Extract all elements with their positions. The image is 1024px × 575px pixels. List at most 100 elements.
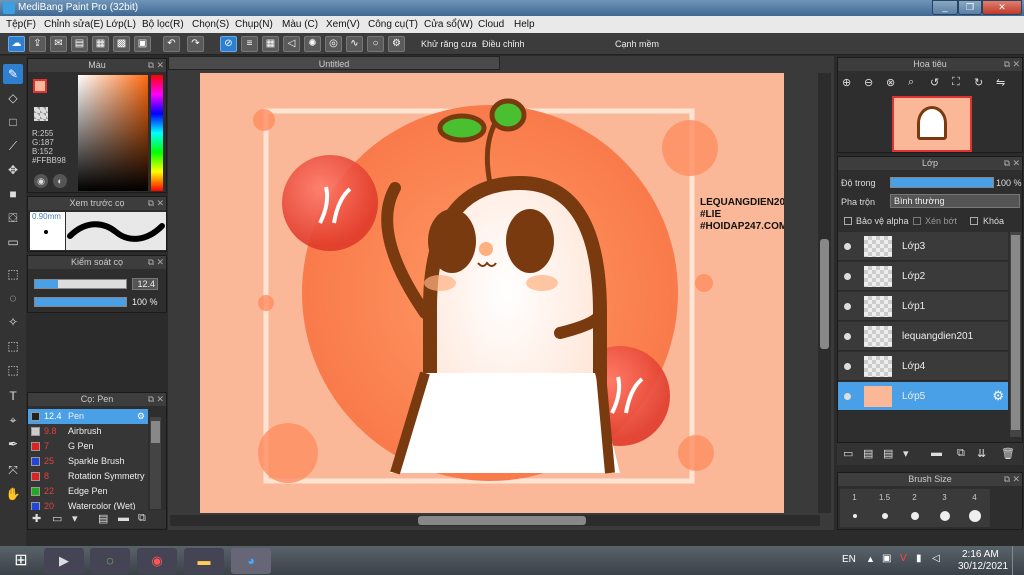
menu-view[interactable]: Xem(V) xyxy=(326,16,360,33)
select-eraser-icon[interactable]: ⬚ xyxy=(3,360,23,380)
brush-list-scrollbar[interactable] xyxy=(150,417,161,509)
snap-off-icon[interactable]: ⊘ xyxy=(220,36,237,52)
brush-item[interactable]: 12.4 Pen ⚙ xyxy=(28,409,148,424)
start-button[interactable]: ⊞ xyxy=(2,548,40,574)
explorer-icon[interactable]: ▬ xyxy=(184,548,224,574)
pen-tool-icon[interactable]: ✎ xyxy=(3,64,23,84)
fit-icon[interactable]: ⛶ xyxy=(952,76,960,89)
brush-settings-icon[interactable]: ▤ xyxy=(98,512,108,525)
saturation-picker[interactable] xyxy=(78,75,148,191)
brush-size-cell[interactable]: 2 xyxy=(900,490,929,528)
document-tab[interactable]: Untitled xyxy=(168,56,500,70)
popout-icon[interactable]: ⧉ xyxy=(148,256,154,269)
layer-row[interactable]: Lớp2 xyxy=(838,262,1008,291)
gradient-tool-icon[interactable]: ▭ xyxy=(3,232,23,252)
color-wheel-icon[interactable]: ◐ xyxy=(53,174,67,188)
menu-color[interactable]: Màu (C) xyxy=(282,16,318,33)
zoom-in-icon[interactable]: ⊕ xyxy=(842,76,851,89)
undo-icon[interactable]: ↶ xyxy=(163,36,180,52)
brush-folder-icon[interactable]: ▬ xyxy=(118,512,129,524)
circle-snap-icon[interactable]: ◎ xyxy=(325,36,342,52)
language-indicator[interactable]: EN xyxy=(842,554,856,565)
vanish-snap-icon[interactable]: ◁ xyxy=(283,36,300,52)
protect-alpha-checkbox[interactable] xyxy=(844,217,852,225)
close-panel-icon[interactable]: ✕ xyxy=(156,197,164,210)
snap-icon[interactable]: ▣ xyxy=(134,36,151,52)
chrome-icon[interactable]: ◉ xyxy=(137,548,177,574)
select-tool-icon[interactable]: ⬚ xyxy=(3,264,23,284)
close-panel-icon[interactable]: ✕ xyxy=(156,256,164,269)
layer-visibility-icon[interactable] xyxy=(844,303,851,310)
close-panel-icon[interactable]: ✕ xyxy=(156,393,164,406)
radial-snap-icon[interactable]: ✺ xyxy=(304,36,321,52)
artwork-canvas[interactable]: LEQUANGDIEN201 #LIE #HOIDAP247.COM xyxy=(200,73,784,513)
blend-select[interactable]: Bình thường xyxy=(890,194,1020,208)
clock-date[interactable]: 30/12/2021 xyxy=(958,561,1008,572)
menu-layer[interactable]: Lớp(L) xyxy=(106,16,136,33)
layer-visibility-icon[interactable] xyxy=(844,333,851,340)
popout-icon[interactable]: ⧉ xyxy=(148,59,154,72)
menu-window[interactable]: Cửa sổ(W) xyxy=(424,16,473,33)
layer-visibility-icon[interactable] xyxy=(844,363,851,370)
transparent-swatch[interactable] xyxy=(34,107,48,121)
brush-item[interactable]: 8 Rotation Symmetry xyxy=(28,469,148,484)
magic-wand-icon[interactable]: ✧ xyxy=(3,312,23,332)
bucket-tool-icon[interactable]: ⛋ xyxy=(3,208,23,228)
menu-select[interactable]: Chọn(S) xyxy=(192,16,229,33)
folder-icon[interactable]: ▬ xyxy=(931,447,942,459)
new-8bit-layer-icon[interactable]: ▤ xyxy=(883,447,893,460)
lasso-tool-icon[interactable]: ◌ xyxy=(3,288,23,308)
flip-icon[interactable]: ⇋ xyxy=(996,76,1005,89)
tray-arrow-icon[interactable]: ▲ xyxy=(866,554,875,564)
layer-row[interactable]: Lớp4 xyxy=(838,352,1008,381)
menu-file[interactable]: Tệp(F) xyxy=(6,16,36,33)
layer-opacity-slider[interactable] xyxy=(890,177,994,188)
delete-layer-icon[interactable]: 🗑 xyxy=(1001,447,1015,460)
divide-tool-icon[interactable]: ⌖ xyxy=(3,410,23,430)
move-tool-icon[interactable]: ✥ xyxy=(3,160,23,180)
popout-icon[interactable]: ⧉ xyxy=(1004,473,1010,486)
hue-slider[interactable] xyxy=(151,75,163,191)
grid-icon[interactable]: ▩ xyxy=(113,36,130,52)
cross-snap-icon[interactable]: ▦ xyxy=(262,36,279,52)
layer-row[interactable]: Lớp5 ⚙ xyxy=(838,382,1008,411)
menu-filter[interactable]: Bộ lọc(R) xyxy=(142,16,184,33)
brush-item[interactable]: 25 Sparkle Brush xyxy=(28,454,148,469)
layer-visibility-icon[interactable] xyxy=(844,273,851,280)
tray-app-icon[interactable]: ▣ xyxy=(882,553,891,564)
close-panel-icon[interactable]: ✕ xyxy=(1012,157,1020,170)
fill-tool-icon[interactable]: ■ xyxy=(3,184,23,204)
vertical-scrollbar[interactable] xyxy=(818,73,831,513)
rotate-right-icon[interactable]: ↻ xyxy=(974,76,983,89)
menu-cloud[interactable]: Cloud xyxy=(478,16,504,33)
popout-icon[interactable]: ⧉ xyxy=(148,393,154,406)
layer-visibility-icon[interactable] xyxy=(844,243,851,250)
brush-copy-icon[interactable]: ⧉ xyxy=(138,512,146,525)
zoom-icon[interactable]: ⊗ xyxy=(886,76,895,89)
brush-size-cell[interactable]: 3 xyxy=(930,490,959,528)
text-tool-icon[interactable]: T xyxy=(3,386,23,406)
eyedropper-icon[interactable]: ⤧ xyxy=(3,460,23,480)
media-player-icon[interactable]: ▶ xyxy=(44,548,84,574)
clock-time[interactable]: 2:16 AM xyxy=(962,549,999,560)
network-icon[interactable]: ▮ xyxy=(916,553,922,564)
menu-tools[interactable]: Công cụ(T) xyxy=(368,16,418,33)
popout-icon[interactable]: ⧉ xyxy=(1004,157,1010,170)
new-brush-icon[interactable]: ▭ xyxy=(52,512,62,525)
ring-snap-icon[interactable]: ○ xyxy=(367,36,384,52)
brush-size-cell[interactable]: 4 xyxy=(960,490,989,528)
merge-layer-icon[interactable]: ⇊ xyxy=(977,447,986,460)
size-slider[interactable] xyxy=(34,279,127,289)
layer-scrollbar[interactable] xyxy=(1010,232,1021,437)
volume-icon[interactable]: ◁ xyxy=(932,553,940,564)
new-layer-icon[interactable]: ▭ xyxy=(843,447,853,460)
comment-icon[interactable]: ✉ xyxy=(50,36,67,52)
settings-snap-icon[interactable]: ⚙ xyxy=(388,36,405,52)
brush-item[interactable]: 7 G Pen xyxy=(28,439,148,454)
menu-capture[interactable]: Chụp(N) xyxy=(235,16,273,33)
brush-settings-gear-icon[interactable]: ⚙ xyxy=(137,409,145,424)
zoom-out-icon[interactable]: ⊖ xyxy=(864,76,873,89)
brush-size-cell[interactable]: 1 xyxy=(840,490,869,528)
layer-row[interactable]: Lớp1 xyxy=(838,292,1008,321)
close-panel-icon[interactable]: ✕ xyxy=(1012,58,1020,71)
